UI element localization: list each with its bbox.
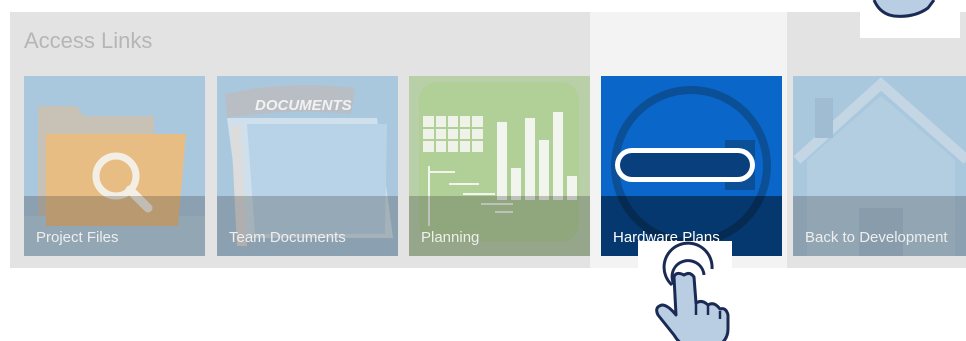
hand-cursor-icon [860,0,960,38]
webpart-title: Access Links [24,28,153,53]
tile-hardware-plans[interactable]: Hardware Plans [601,76,782,256]
tile-planning[interactable]: Planning [409,76,590,256]
tile-label: Back to Development [805,229,948,246]
tile-label: Team Documents [229,229,346,246]
documents-label: DOCUMENTS [255,97,352,114]
tile-caption-bar [24,196,205,256]
tile-back-to-development[interactable]: Back to Development [793,76,966,256]
tile-caption-bar [217,196,398,256]
tile-caption-bar [793,196,966,256]
tap-hand-icon [638,241,732,341]
tile-caption-bar [409,196,590,256]
tile-label: Project Files [36,229,119,246]
tile-team-documents[interactable]: DOCUMENTS Team Documents [217,76,398,256]
tile-project-files[interactable]: Project Files [24,76,205,256]
tile-label: Planning [421,229,480,246]
